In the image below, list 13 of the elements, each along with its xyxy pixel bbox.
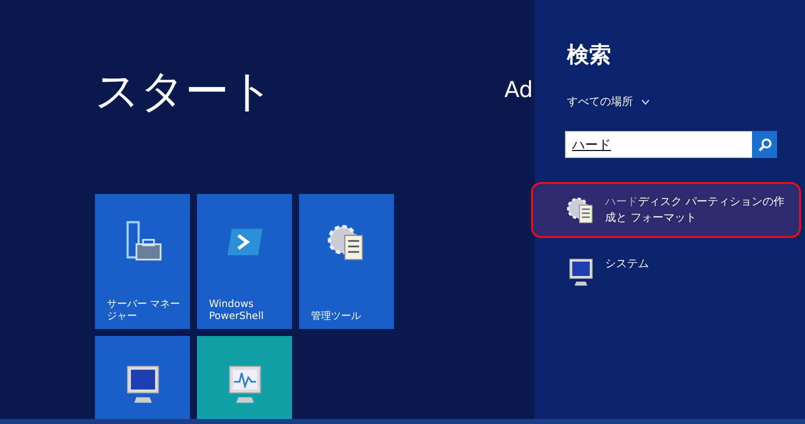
group-label: Ad bbox=[504, 78, 533, 103]
search-field[interactable]: ハード bbox=[565, 131, 752, 158]
start-title: スタート bbox=[95, 68, 274, 116]
search-result[interactable]: システム bbox=[531, 244, 801, 300]
search-button[interactable] bbox=[752, 131, 777, 158]
search-icon bbox=[758, 138, 772, 152]
app-tile[interactable]: サーバー マネージャー bbox=[95, 194, 190, 330]
app-tile[interactable]: 管理ツール bbox=[299, 194, 394, 330]
search-title: 検索 bbox=[567, 42, 612, 70]
scope-dropdown[interactable]: すべての場所 bbox=[567, 94, 633, 109]
search-result[interactable]: ハードディスク パーティションの作成と フォーマット bbox=[531, 182, 801, 238]
chevron-down-icon[interactable] bbox=[641, 98, 650, 104]
app-tile[interactable]: Windows PowerShell bbox=[197, 194, 292, 330]
